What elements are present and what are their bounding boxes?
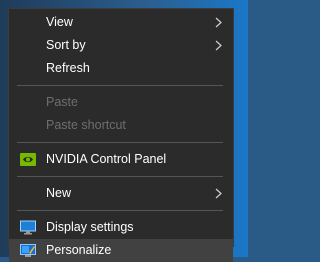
- menu-item-personalize[interactable]: Personalize: [9, 239, 233, 262]
- chevron-right-icon: [215, 17, 222, 28]
- nvidia-icon: [20, 153, 36, 166]
- menu-separator: [17, 176, 223, 177]
- menu-item-sort-by[interactable]: Sort by: [9, 34, 233, 57]
- menu-item-nvidia-control-panel[interactable]: NVIDIA Control Panel: [9, 148, 233, 171]
- personalize-icon: [20, 244, 36, 257]
- menu-item-label: Display settings: [46, 220, 134, 234]
- menu-item-label: Paste shortcut: [46, 118, 126, 132]
- menu-separator: [17, 85, 223, 86]
- menu-item-new[interactable]: New: [9, 182, 233, 205]
- menu-item-label: Refresh: [46, 61, 90, 75]
- display-icon: [20, 220, 36, 235]
- menu-item-paste-shortcut: Paste shortcut: [9, 114, 233, 137]
- menu-item-label: NVIDIA Control Panel: [46, 152, 167, 166]
- menu-item-display-settings[interactable]: Display settings: [9, 216, 233, 239]
- menu-item-label: Personalize: [46, 243, 112, 257]
- menu-separator: [17, 142, 223, 143]
- menu-separator: [17, 210, 223, 211]
- menu-item-label: New: [46, 186, 72, 200]
- menu-item-label: View: [46, 15, 73, 29]
- menu-item-label: Sort by: [46, 38, 86, 52]
- desktop-context-menu: View Sort by Refresh Paste Paste shortcu…: [8, 8, 234, 262]
- chevron-right-icon: [215, 40, 222, 51]
- menu-item-label: Paste: [46, 95, 78, 109]
- menu-item-view[interactable]: View: [9, 11, 233, 34]
- menu-item-paste: Paste: [9, 91, 233, 114]
- menu-item-refresh[interactable]: Refresh: [9, 57, 233, 80]
- chevron-right-icon: [215, 188, 222, 199]
